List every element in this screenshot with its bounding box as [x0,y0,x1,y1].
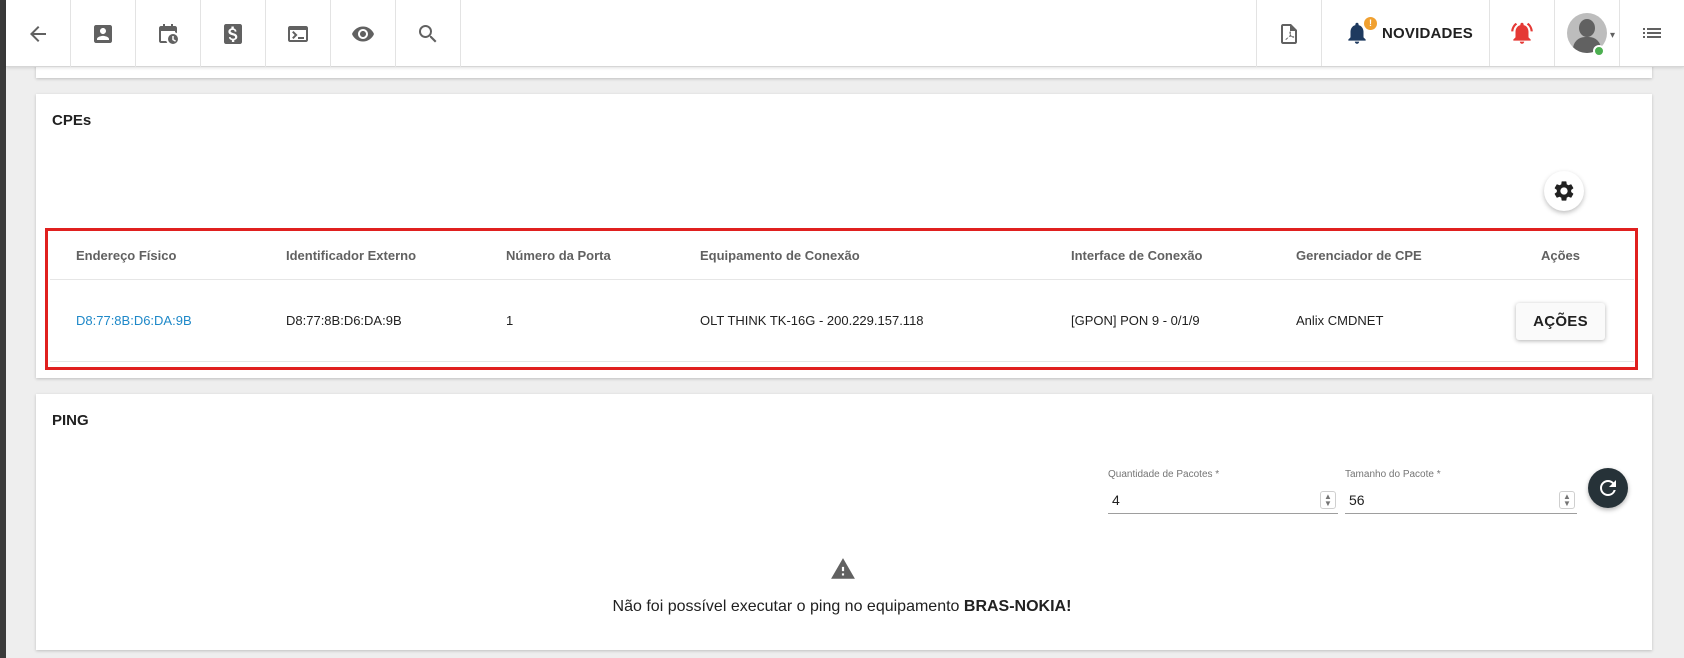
online-status-dot [1593,45,1605,57]
refresh-ping-button[interactable] [1588,468,1628,508]
external-id-cell: D8:77:8B:D6:DA:9B [286,313,402,328]
view-button[interactable] [331,0,396,67]
chevron-down-icon: ▾ [1609,30,1615,41]
col-external-id: Identificador Externo [286,248,417,263]
contact-button[interactable] [71,0,136,67]
actions-button[interactable]: AÇÕES [1516,303,1605,340]
financial-button[interactable] [201,0,266,67]
stepper-down-icon: ▼ [1324,498,1332,508]
back-button[interactable] [6,0,71,67]
search-button[interactable] [396,0,461,67]
equipment-cell: OLT THINK TK-16G - 200.229.157.118 [700,313,924,328]
back-arrow-icon [30,25,46,42]
search-icon [419,24,437,42]
packets-label: Quantidade de Pacotes * [1108,469,1220,480]
contact-card-icon [94,24,112,43]
size-field: Tamanho do Pacote * 56 ▲ ▼ [1345,469,1577,514]
gear-icon [1554,181,1574,201]
manager-cell: Anlix CMDNET [1296,313,1384,328]
table-header: Endereço Físico Identificador Externo Nú… [50,232,1634,280]
cpes-title: CPEs [52,112,92,129]
mac-link[interactable]: D8:77:8B:D6:DA:9B [76,313,192,328]
col-actions: Ações [1541,248,1581,263]
left-edge [0,0,6,658]
packets-value: 4 [1112,491,1120,508]
user-menu-button[interactable]: ▾ [1554,0,1619,66]
avatar-head [1579,19,1595,37]
col-mac: Endereço Físico [76,248,177,263]
dollar-icon [224,23,242,44]
table-row: D8:77:8B:D6:DA:9B D8:77:8B:D6:DA:9B 1 OL… [50,280,1634,362]
ping-error-text: Não foi possível executar o ping no equi… [612,598,964,615]
size-value: 56 [1349,491,1365,508]
packets-field: Quantidade de Pacotes * 4 ▲ ▼ [1108,469,1338,514]
list-menu-icon [1643,28,1661,38]
packets-stepper[interactable]: ▲ ▼ [1320,490,1336,509]
port-cell: 1 [506,313,514,328]
news-label: NOVIDADES [1382,24,1473,42]
terminal-button[interactable] [266,0,331,67]
col-interface: Interface de Conexão [1071,248,1203,263]
alarm-bell-icon [1511,22,1533,44]
interface-cell: [GPON] PON 9 - 0/1/9 [1071,313,1200,328]
col-manager: Gerenciador de CPE [1296,248,1422,263]
news-button[interactable]: ! NOVIDADES [1321,0,1489,66]
pdf-button[interactable] [1256,0,1321,67]
alarm-button[interactable] [1489,0,1554,66]
size-input[interactable]: 56 ▲ ▼ [1345,486,1577,514]
packets-input[interactable]: 4 ▲ ▼ [1108,486,1338,514]
col-port: Número da Porta [506,248,611,263]
warning-icon [830,556,856,582]
stepper-down-icon: ▼ [1563,498,1571,508]
schedule-button[interactable] [136,0,201,67]
terminal-icon [288,25,308,42]
toolbar-right: ! NOVIDADES ▾ [1256,0,1684,67]
cpe-settings-button[interactable] [1544,171,1584,211]
eye-icon [352,26,374,41]
top-toolbar: ! NOVIDADES ▾ [6,0,1684,67]
size-label: Tamanho do Pacote * [1345,469,1441,480]
size-stepper[interactable]: ▲ ▼ [1559,490,1575,509]
calendar-clock-icon [159,23,178,44]
pdf-icon [1281,23,1298,44]
main-menu-button[interactable] [1619,0,1684,66]
news-badge: ! [1364,17,1378,30]
ping-error-message: Não foi possível executar o ping no equi… [0,598,1684,616]
ping-title: PING [52,412,89,429]
refresh-icon [1600,480,1616,496]
ping-error-device: BRAS-NOKIA! [963,598,1072,615]
col-equipment: Equipamento de Conexão [700,248,860,263]
